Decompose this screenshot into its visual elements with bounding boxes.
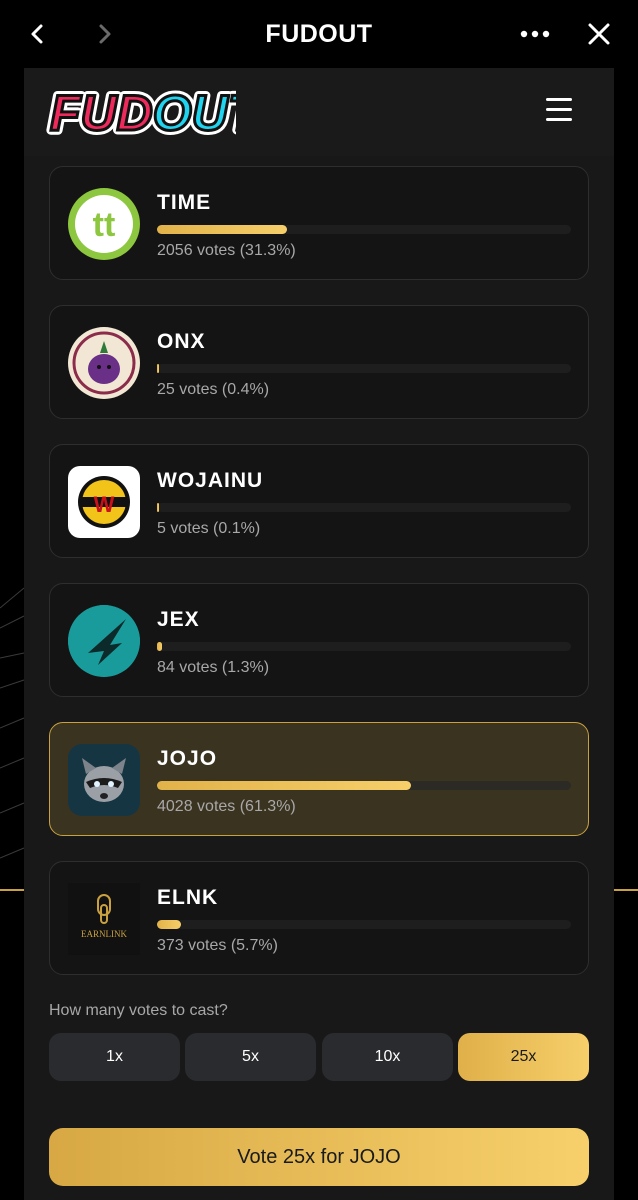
token-name: ONX xyxy=(157,330,206,353)
vote-multiplier-question: How many votes to cast? xyxy=(49,1002,228,1019)
site-header: FUDOUT FUDOUT xyxy=(24,68,614,156)
vote-count: 373 votes (5.7%) xyxy=(157,937,278,954)
token-card-onx[interactable]: ONX 25 votes (0.4%) xyxy=(49,305,589,419)
earnlink-wordmark: EARNLINK xyxy=(81,929,127,939)
token-name: ELNK xyxy=(157,886,219,909)
svg-text:FUDOUT: FUDOUT xyxy=(50,85,236,141)
multiplier-5x-button[interactable]: 5x xyxy=(185,1033,316,1081)
token-card-wojainu[interactable]: W WOJAINU 5 votes (0.1%) xyxy=(49,444,589,558)
token-name: TIME xyxy=(157,191,212,214)
voting-panel: FUDOUT FUDOUT tt TIME 2056 votes (31.3%)… xyxy=(24,68,614,1200)
token-name: JOJO xyxy=(157,747,218,770)
vote-share-bar xyxy=(157,642,571,651)
browser-topbar: FUDOUT xyxy=(0,0,638,68)
menu-button[interactable] xyxy=(544,98,578,126)
wojainu-coin-icon: W xyxy=(68,466,140,538)
close-icon xyxy=(588,23,610,45)
token-card-jex[interactable]: JEX 84 votes (1.3%) xyxy=(49,583,589,697)
vote-count: 4028 votes (61.3%) xyxy=(157,798,296,815)
onx-onion-icon xyxy=(68,327,140,399)
multiplier-1x-button[interactable]: 1x xyxy=(49,1033,180,1081)
vote-submit-button[interactable]: Vote 25x for JOJO xyxy=(49,1128,589,1186)
token-card-jojo[interactable]: JOJO 4028 votes (61.3%) xyxy=(49,722,589,836)
vote-count: 84 votes (1.3%) xyxy=(157,659,270,676)
time-token-icon: tt xyxy=(68,188,140,260)
token-card-time[interactable]: tt TIME 2056 votes (31.3%) xyxy=(49,166,589,280)
jojo-raccoon-icon xyxy=(68,744,140,816)
more-dots-icon xyxy=(520,30,550,38)
vote-share-bar xyxy=(157,920,571,929)
vote-count: 2056 votes (31.3%) xyxy=(157,242,296,259)
vote-share-bar xyxy=(157,781,571,790)
svg-text:tt: tt xyxy=(93,206,116,244)
fudout-logo[interactable]: FUDOUT FUDOUT xyxy=(46,76,236,145)
vote-count: 5 votes (0.1%) xyxy=(157,520,261,537)
close-button[interactable] xyxy=(579,14,619,54)
svg-text:W: W xyxy=(94,492,115,517)
vote-share-bar xyxy=(157,364,571,373)
token-card-elnk[interactable]: EARNLINK ELNK 373 votes (5.7%) xyxy=(49,861,589,975)
earnlink-logo-icon: EARNLINK xyxy=(68,883,140,955)
vote-share-bar xyxy=(157,503,571,512)
more-button[interactable] xyxy=(515,14,555,54)
jex-token-icon xyxy=(68,605,140,677)
multiplier-10x-button[interactable]: 10x xyxy=(322,1033,453,1081)
vote-share-bar xyxy=(157,225,571,234)
token-name: JEX xyxy=(157,608,200,631)
multiplier-25x-button[interactable]: 25x xyxy=(458,1033,589,1081)
vote-count: 25 votes (0.4%) xyxy=(157,381,270,398)
token-name: WOJAINU xyxy=(157,469,264,492)
